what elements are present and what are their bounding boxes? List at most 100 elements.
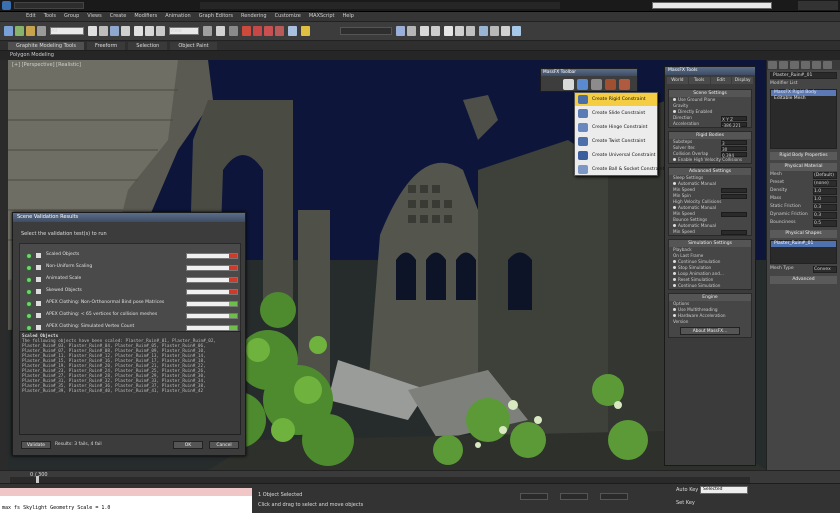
property-value[interactable]: 1.0 [813, 196, 837, 203]
mirror-icon[interactable] [396, 26, 405, 36]
modify-tab-icon[interactable] [779, 61, 788, 69]
property-value[interactable]: (none) [813, 180, 837, 187]
utilities-tab-icon[interactable] [823, 61, 832, 69]
rigid-body-icon[interactable] [577, 79, 588, 90]
modifier-list-dropdown[interactable]: Modifier List [770, 81, 837, 87]
shape-item[interactable]: Plaster_Ruin#_01 [771, 241, 836, 247]
menu-item-ball-socket-constraint[interactable]: Create Ball & Socket Constraint [575, 163, 664, 176]
advanced-rollout[interactable]: Advanced [770, 276, 837, 284]
angle-snap-icon[interactable] [253, 26, 262, 36]
menu-item[interactable]: Views [87, 13, 101, 19]
menu-item-rigid-constraint[interactable]: Create Rigid Constraint [575, 93, 657, 106]
undo-icon[interactable] [4, 26, 13, 36]
rollout-title[interactable]: Scene Settings [669, 90, 751, 97]
tab-display[interactable]: Display [732, 77, 753, 84]
menu-item[interactable]: Modifiers [134, 13, 157, 19]
cancel-button[interactable]: Cancel [209, 441, 239, 449]
edit-named-selection-icon[interactable] [288, 26, 297, 36]
layer-manager-icon[interactable] [420, 26, 429, 36]
constraint-icon[interactable] [591, 79, 602, 90]
check-row-apex-bind-pose[interactable]: APEX Clothing: Non-Orthonormal Bind pose… [26, 300, 238, 308]
motion-tab-icon[interactable] [801, 61, 810, 69]
validate-button[interactable]: Validate [21, 441, 51, 449]
move-icon[interactable] [134, 26, 143, 36]
checkbox[interactable] [36, 301, 41, 306]
render-production-icon[interactable] [501, 26, 510, 36]
menu-item[interactable]: Group [64, 13, 79, 19]
mesh-type-row[interactable]: Mesh Type Convex [770, 266, 837, 273]
redo-icon[interactable] [15, 26, 24, 36]
rollout-title[interactable]: Engine [669, 294, 751, 301]
menu-item[interactable]: Animation [165, 13, 191, 19]
z-coordinate-field[interactable] [600, 493, 628, 500]
selection-filter-dropdown[interactable]: All [50, 27, 84, 35]
hierarchy-tab-icon[interactable] [790, 61, 799, 69]
property-row[interactable]: Dynamic Friction 0.3 [770, 212, 837, 219]
check-row-skewed[interactable]: Skewed Objects [26, 288, 238, 296]
tab-edit[interactable]: Edit [710, 77, 732, 84]
material-editor-icon[interactable] [466, 26, 475, 36]
maxscript-listener-input[interactable]: max fs Skylight Geometry Scale = 1.0 [0, 496, 252, 513]
menu-item[interactable]: MAXScript [309, 13, 335, 19]
rendered-frame-icon[interactable] [490, 26, 499, 36]
property-value[interactable]: 0.3 [813, 204, 837, 211]
property-row[interactable]: Mass 1.0 [770, 196, 837, 203]
checkbox[interactable] [36, 313, 41, 318]
validation-title[interactable]: Scene Validation Results [13, 213, 245, 222]
render-setup-icon[interactable] [479, 26, 488, 36]
menu-item[interactable]: Tools [44, 13, 56, 19]
setting-line[interactable]: Continue Simulation [669, 283, 751, 289]
named-selection-set-dropdown[interactable] [340, 27, 392, 35]
schematic-view-icon[interactable] [455, 26, 464, 36]
checkbox[interactable] [36, 289, 41, 294]
checkbox[interactable] [36, 253, 41, 258]
app-menu-icon[interactable] [2, 1, 11, 10]
rollout-title[interactable]: Simulation Settings [669, 240, 751, 247]
setting-line[interactable]: Acceleration -386.221 [669, 121, 751, 128]
sim-icon[interactable] [619, 79, 630, 90]
rollout-title[interactable]: Advanced Settings [669, 168, 751, 175]
property-value[interactable]: 0.3 [813, 212, 837, 219]
property-row[interactable]: Bounciness 0.5 [770, 220, 837, 227]
checkbox[interactable] [36, 265, 41, 270]
select-by-name-icon[interactable] [99, 26, 108, 36]
setting-line[interactable]: Enable High Velocity Collisions [669, 157, 751, 163]
massfx-tools-title[interactable]: MassFX Tools [665, 67, 755, 75]
select-object-icon[interactable] [88, 26, 97, 36]
tab-tools[interactable]: Tools [688, 77, 710, 84]
menu-item-slide-constraint[interactable]: Create Slide Constraint [575, 107, 657, 120]
create-tab-icon[interactable] [768, 61, 777, 69]
scale-icon[interactable] [156, 26, 165, 36]
ribbon-tab[interactable]: Selection [128, 42, 168, 50]
property-value[interactable]: 0.5 [813, 220, 837, 227]
check-row-apex-collision[interactable]: APEX Clothing: < 65 vertices for collisi… [26, 312, 238, 320]
mesh-type-dropdown[interactable]: Convex [813, 266, 837, 273]
property-row[interactable]: Mesh (Default) [770, 172, 837, 179]
ribbon-tab[interactable]: Freeform [87, 42, 126, 50]
snaps-toggle-icon[interactable] [242, 26, 251, 36]
menu-item[interactable]: Graph Editors [199, 13, 233, 19]
auto-key-button[interactable]: Auto Key [676, 487, 698, 493]
property-value[interactable]: 1.0 [813, 188, 837, 195]
menu-item-universal-constraint[interactable]: Create Universal Constraint [575, 149, 657, 162]
checkbox[interactable] [36, 277, 41, 282]
unlink-icon[interactable] [37, 26, 46, 36]
menu-item-hinge-constraint[interactable]: Create Hinge Constraint [575, 121, 657, 134]
y-coordinate-field[interactable] [560, 493, 588, 500]
tab-world[interactable]: World [667, 77, 688, 84]
property-row[interactable]: Density 1.0 [770, 188, 837, 195]
object-name-field[interactable]: Plaster_Ruin#_01 [770, 72, 837, 79]
rotate-icon[interactable] [145, 26, 154, 36]
rect-region-icon[interactable] [110, 26, 119, 36]
menu-item-twist-constraint[interactable]: Create Twist Constraint [575, 135, 657, 148]
menu-item[interactable]: Create [110, 13, 127, 19]
curve-editor-icon[interactable] [444, 26, 453, 36]
ribbon-tab[interactable]: Object Paint [170, 42, 217, 50]
render-iterative-icon[interactable] [512, 26, 521, 36]
cloth-icon[interactable] [605, 79, 616, 90]
rollout-title[interactable]: Rigid Bodies [669, 132, 751, 139]
property-row[interactable]: Preset (none) [770, 180, 837, 187]
set-key-button[interactable]: Set Key [676, 500, 695, 506]
property-value[interactable]: (Default) [813, 172, 837, 179]
check-row-scaled[interactable]: Scaled Objects [26, 252, 238, 260]
